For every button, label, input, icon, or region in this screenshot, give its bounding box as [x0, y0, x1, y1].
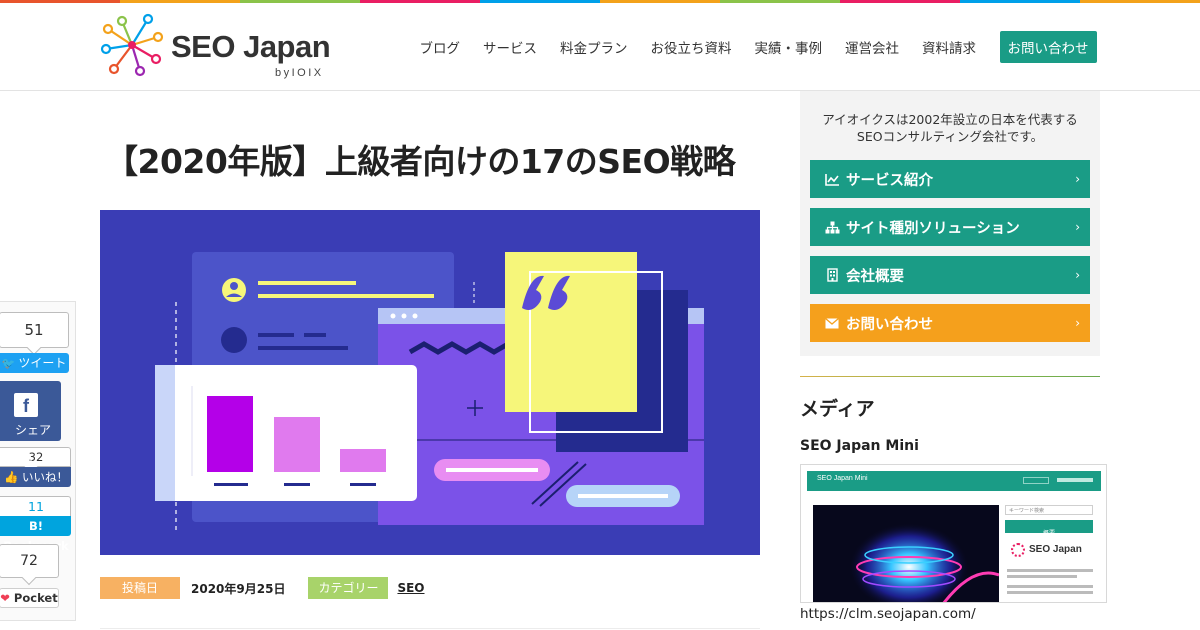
pocket-button[interactable]: ❤ Pocket: [0, 588, 59, 608]
meta-divider: [100, 628, 760, 629]
hero-illustration: [100, 210, 760, 555]
main-nav: ブログ サービス 料金プラン お役立ち資料 実績・事例 運営会社 資料請求 お問…: [408, 31, 1108, 63]
hatena-bookmark-button[interactable]: B! Bookmark: [0, 516, 71, 553]
thumbs-up-icon: 👍: [4, 470, 19, 484]
logo-mark-icon: [100, 13, 164, 77]
chevron-right-icon: ›: [1075, 220, 1080, 234]
building-icon: [824, 268, 840, 282]
site-header: SEO Japan byIOIX ブログ サービス 料金プラン お役立ち資料 実…: [0, 3, 1200, 91]
hero-artwork: [100, 210, 760, 555]
media-heading: メディア: [800, 398, 875, 420]
nav-case-studies[interactable]: 実績・事例: [755, 37, 823, 57]
mini-shot-overview: 概要: [1005, 520, 1093, 537]
sidebar-button-company[interactable]: 会社概要 ›: [810, 256, 1090, 294]
mini-shot-logo: SEO Japan: [1011, 543, 1091, 561]
nav-document-request[interactable]: 資料請求: [922, 37, 976, 57]
sidebar-button-contact[interactable]: お問い合わせ ›: [810, 304, 1090, 342]
envelope-icon: [824, 317, 840, 329]
tweet-button[interactable]: 🐦 ツイート: [0, 353, 69, 373]
logo-mark-icon: [1011, 543, 1025, 557]
mini-site-title[interactable]: SEO Japan Mini: [800, 438, 919, 454]
category-link[interactable]: SEO: [397, 581, 424, 595]
bookmark-count: 11: [0, 496, 71, 518]
logo-text: SEO Japan: [171, 29, 331, 64]
nav-contact-button[interactable]: お問い合わせ: [999, 31, 1097, 63]
sidebar-intro: アイオイクスは2002年設立の日本を代表する SEOコンサルティング会社です。: [822, 112, 1078, 144]
site-logo[interactable]: SEO Japan byIOIX: [100, 13, 340, 79]
chart-line-icon: [824, 173, 840, 186]
mini-shot-hero: [813, 505, 999, 602]
mini-site-url[interactable]: https://clm.seojapan.com/: [800, 606, 976, 622]
share-bar: 51 🐦ツイート f シェア 32 👍 いいね！ 11 B! Bookmark …: [0, 301, 76, 621]
article-title: 【2020年版】上級者向けの17のSEO戦略: [105, 142, 736, 181]
post-meta: 投稿日 2020年9月25日 カテゴリー SEO: [100, 577, 425, 599]
like-count: 32: [0, 447, 71, 467]
sidebar-button-solutions[interactable]: サイト種別ソリューション ›: [810, 208, 1090, 246]
nav-blog[interactable]: ブログ: [420, 37, 461, 57]
nav-resources[interactable]: お役立ち資料: [651, 37, 732, 57]
logo-subtext: byIOIX: [275, 67, 324, 79]
hatena-b-icon: B!: [28, 519, 43, 533]
nav-pricing[interactable]: 料金プラン: [560, 37, 628, 57]
facebook-share-button[interactable]: f シェア: [0, 381, 61, 441]
sidebar-company-box: アイオイクスは2002年設立の日本を代表する SEOコンサルティング会社です。 …: [800, 91, 1100, 356]
sidebar-button-services[interactable]: サービス紹介 ›: [810, 160, 1090, 198]
pocket-icon: ❤: [0, 591, 10, 605]
chevron-right-icon: ›: [1075, 316, 1080, 330]
nav-company[interactable]: 運営会社: [845, 37, 899, 57]
facebook-icon: f: [14, 393, 38, 417]
mini-shot-search: キーワード検索: [1005, 505, 1093, 515]
posted-label: 投稿日: [100, 577, 180, 599]
mini-site-screenshot[interactable]: SEO Japan Mini キーワード検索 概要 SEO Japan: [800, 464, 1107, 603]
mini-shot-header: SEO Japan Mini: [807, 471, 1101, 491]
chevron-right-icon: ›: [1075, 172, 1080, 186]
nav-services[interactable]: サービス: [483, 37, 537, 57]
posted-date: 2020年9月25日: [191, 581, 286, 596]
facebook-like-button[interactable]: 👍 いいね！: [0, 467, 71, 487]
sitemap-icon: [824, 221, 840, 234]
pocket-count: 72: [0, 544, 59, 578]
media-divider: [800, 376, 1100, 377]
chevron-right-icon: ›: [1075, 268, 1080, 282]
twitter-bird-icon: 🐦: [1, 357, 16, 370]
category-label: カテゴリー: [308, 577, 389, 599]
tweet-count: 51: [0, 312, 69, 348]
